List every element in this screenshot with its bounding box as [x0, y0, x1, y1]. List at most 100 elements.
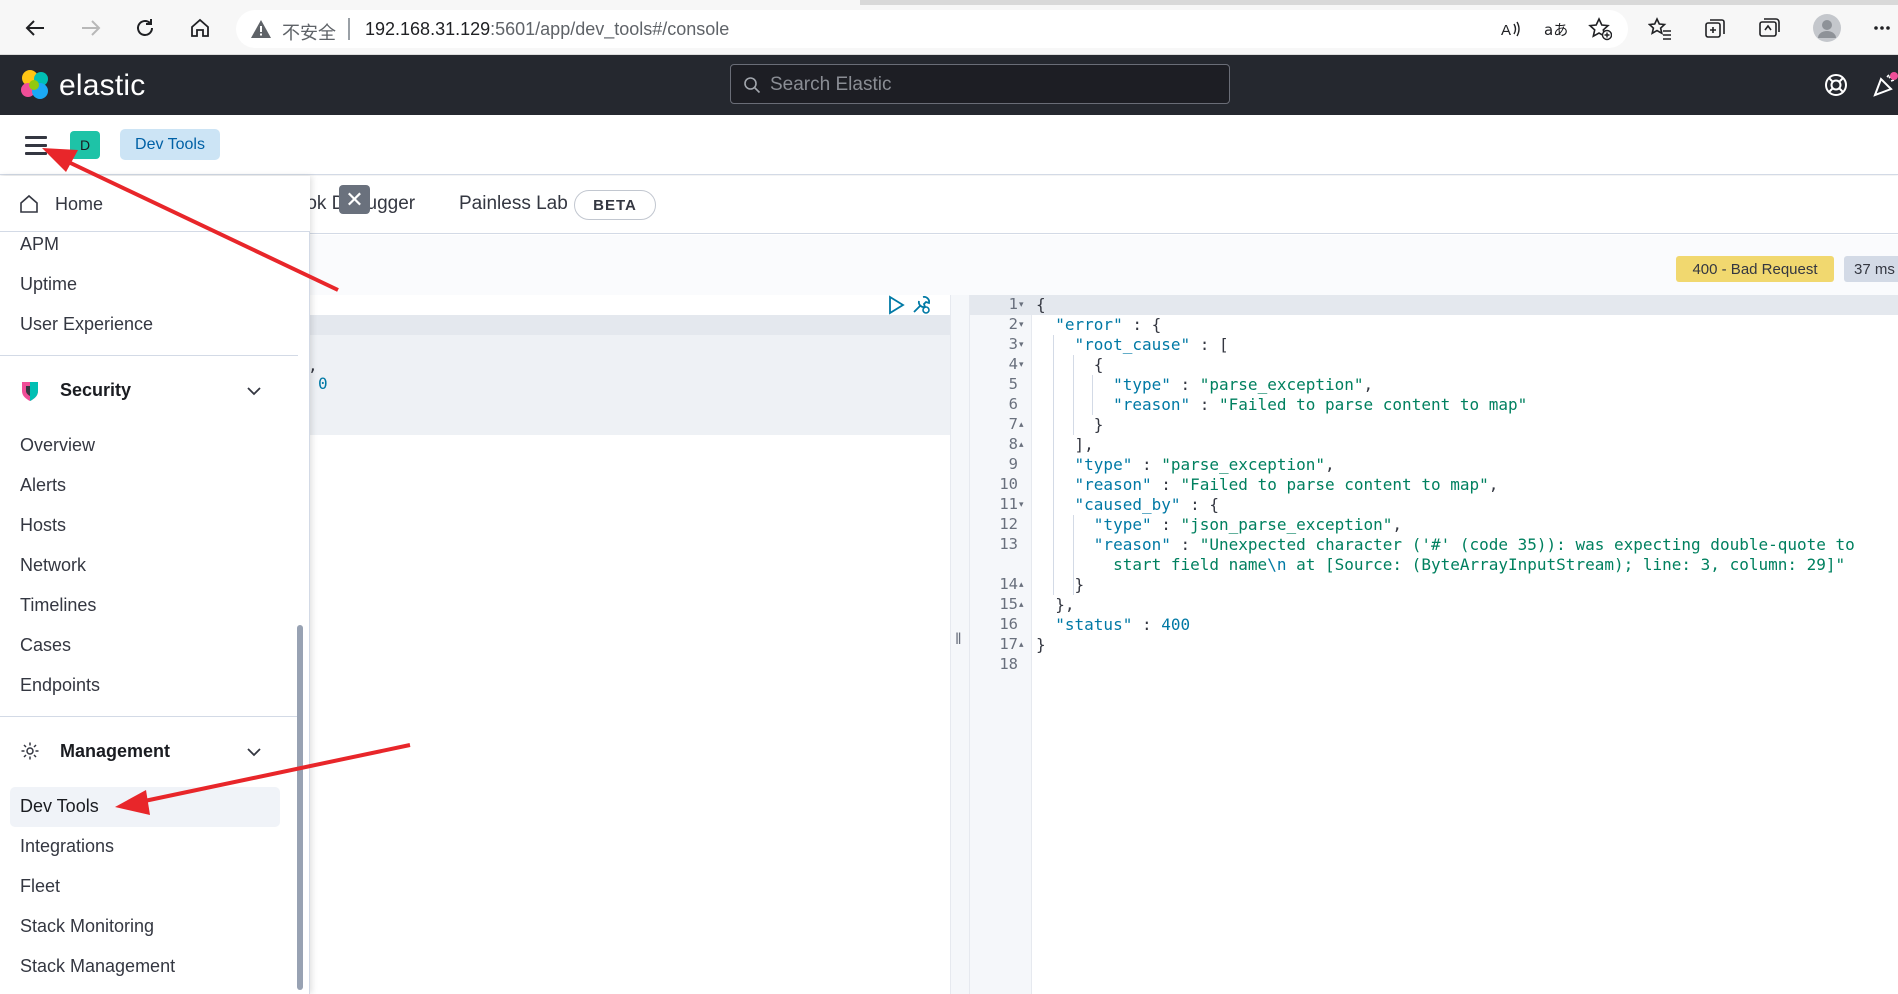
nav-home-row[interactable]: [0, 176, 310, 232]
browser-essentials-icon[interactable]: [1754, 14, 1784, 44]
nav-endpoints[interactable]: Endpoints: [20, 675, 100, 696]
beta-badge: BETA: [574, 190, 656, 220]
fold-close-icon[interactable]: ▴: [1019, 599, 1024, 610]
nav-overview[interactable]: Overview: [20, 435, 95, 456]
active-line-highlight: [310, 315, 950, 335]
nav-apm[interactable]: APM: [20, 234, 59, 255]
reload-icon: [137, 19, 153, 36]
response-line: {: [1036, 355, 1104, 374]
response-line: "reason" : "Failed to parse content to m…: [1074, 475, 1499, 494]
side-navigation: [0, 176, 310, 994]
nav-hosts[interactable]: Hosts: [20, 515, 66, 536]
translate-icon[interactable]: aあ: [1540, 14, 1570, 44]
nav-fleet[interactable]: Fleet: [20, 876, 60, 897]
nav-uptime[interactable]: Uptime: [20, 274, 77, 295]
response-line: }: [1036, 575, 1085, 594]
response-line: "error" : {: [1055, 315, 1162, 334]
home-button[interactable]: [185, 13, 215, 43]
menu-toggle-button[interactable]: [21, 130, 51, 160]
nav-divider: [0, 716, 298, 717]
fold-close-icon[interactable]: ▴: [1019, 419, 1024, 430]
security-shield-icon: [20, 380, 40, 402]
home-icon: [191, 18, 209, 37]
request-block-highlight: [310, 335, 950, 435]
nav-dev-tools[interactable]: Dev Tools: [20, 796, 99, 817]
fold-open-icon[interactable]: ▾: [1019, 339, 1024, 350]
fold-open-icon[interactable]: ▾: [1019, 499, 1024, 510]
breadcrumb-dev-tools[interactable]: Dev Tools: [120, 129, 220, 160]
line-number: 3: [1008, 335, 1018, 353]
nav-home[interactable]: Home: [55, 194, 103, 215]
fold-open-icon[interactable]: ▾: [1019, 359, 1024, 370]
search-placeholder: Search Elastic: [770, 74, 892, 95]
favorites-icon[interactable]: [1645, 14, 1675, 44]
forward-arrow-icon: [82, 20, 101, 36]
request-text-fragment: 0: [318, 374, 328, 393]
fold-close-icon[interactable]: ▴: [1019, 579, 1024, 590]
hamburger-icon-line: [25, 135, 47, 139]
collections-icon[interactable]: [1700, 14, 1730, 44]
resize-handle-icon[interactable]: ‖: [955, 631, 962, 649]
line-number: 16: [999, 615, 1018, 633]
reload-button[interactable]: [130, 13, 160, 43]
read-aloud-icon[interactable]: A: [1495, 14, 1525, 44]
space-avatar[interactable]: D: [70, 131, 100, 159]
response-line: start field name\n at [Source: (ByteArra…: [1113, 555, 1846, 574]
nav-section-security[interactable]: Security: [60, 380, 131, 401]
tab-painless-lab[interactable]: Painless Lab: [459, 193, 568, 215]
newsfeed-icon[interactable]: [1872, 72, 1898, 98]
status-badge: 400 - Bad Request: [1676, 256, 1834, 282]
line-number: 15: [999, 595, 1018, 613]
help-icon[interactable]: [1823, 72, 1849, 98]
hamburger-icon-line: [25, 143, 47, 147]
response-line: "caused_by" : {: [1074, 495, 1220, 514]
warning-icon[interactable]: [250, 18, 272, 40]
chevron-down-icon[interactable]: [245, 743, 263, 761]
nav-user-experience[interactable]: User Experience: [20, 314, 153, 335]
response-line: "type" : "parse_exception",: [1113, 375, 1374, 394]
nav-stack-management[interactable]: Stack Management: [20, 956, 175, 977]
wrench-icon[interactable]: [910, 294, 932, 316]
add-favorite-icon[interactable]: [1585, 14, 1615, 44]
line-number: 9: [1008, 455, 1018, 473]
nav-scrollbar[interactable]: [297, 625, 303, 990]
fold-close-icon[interactable]: ▴: [1019, 639, 1024, 650]
search-icon: [743, 76, 761, 94]
nav-divider: [0, 355, 298, 356]
elastic-logo-icon[interactable]: [18, 68, 52, 102]
nav-network[interactable]: Network: [20, 555, 86, 576]
line-number: 5: [1008, 375, 1018, 393]
nav-alerts[interactable]: Alerts: [20, 475, 66, 496]
breadcrumb-bar: [0, 115, 1898, 175]
nav-timelines[interactable]: Timelines: [20, 595, 96, 616]
nav-stack-monitoring[interactable]: Stack Monitoring: [20, 916, 154, 937]
fold-close-icon[interactable]: ▴: [1019, 439, 1024, 450]
send-request-icon[interactable]: [886, 294, 906, 316]
response-line: },: [1036, 595, 1075, 614]
home-icon: [19, 194, 39, 214]
elastic-logo-text[interactable]: elastic: [59, 69, 145, 103]
back-button[interactable]: [20, 13, 50, 43]
response-line: "reason" : "Unexpected character ('#' (c…: [1093, 535, 1855, 554]
line-number: 1: [1008, 295, 1018, 313]
more-options-icon[interactable]: [1872, 18, 1892, 38]
line-number: 10: [999, 475, 1018, 493]
line-number: 4: [1008, 355, 1018, 373]
nav-cases[interactable]: Cases: [20, 635, 71, 656]
nav-section-management[interactable]: Management: [60, 741, 170, 762]
address-divider: [348, 18, 350, 40]
response-line: "type" : "parse_exception",: [1074, 455, 1335, 474]
chevron-down-icon[interactable]: [245, 382, 263, 400]
response-line: "type" : "json_parse_exception",: [1093, 515, 1403, 534]
fold-open-icon[interactable]: ▾: [1019, 299, 1024, 310]
nav-integrations[interactable]: Integrations: [20, 836, 114, 857]
response-line: }: [1036, 635, 1046, 654]
response-line: {: [1036, 295, 1046, 314]
url-text[interactable]: 192.168.31.129:5601/app/dev_tools#/conso…: [365, 19, 729, 40]
fold-open-icon[interactable]: ▾: [1019, 319, 1024, 330]
forward-button[interactable]: [76, 13, 106, 43]
profile-avatar[interactable]: [1813, 14, 1841, 42]
insecure-label[interactable]: 不安全: [282, 19, 336, 45]
url-path: :5601/app/dev_tools#/console: [490, 19, 730, 39]
close-icon[interactable]: ✕: [339, 185, 370, 214]
